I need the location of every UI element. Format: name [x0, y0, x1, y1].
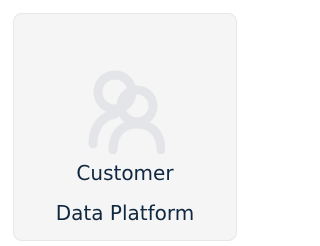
- card-title-line-1: Customer: [76, 161, 174, 185]
- customer-data-platform-card[interactable]: Customer Data Platform: [13, 13, 237, 241]
- card-title-line-2: Data Platform: [55, 201, 195, 225]
- users-icon: [88, 70, 165, 154]
